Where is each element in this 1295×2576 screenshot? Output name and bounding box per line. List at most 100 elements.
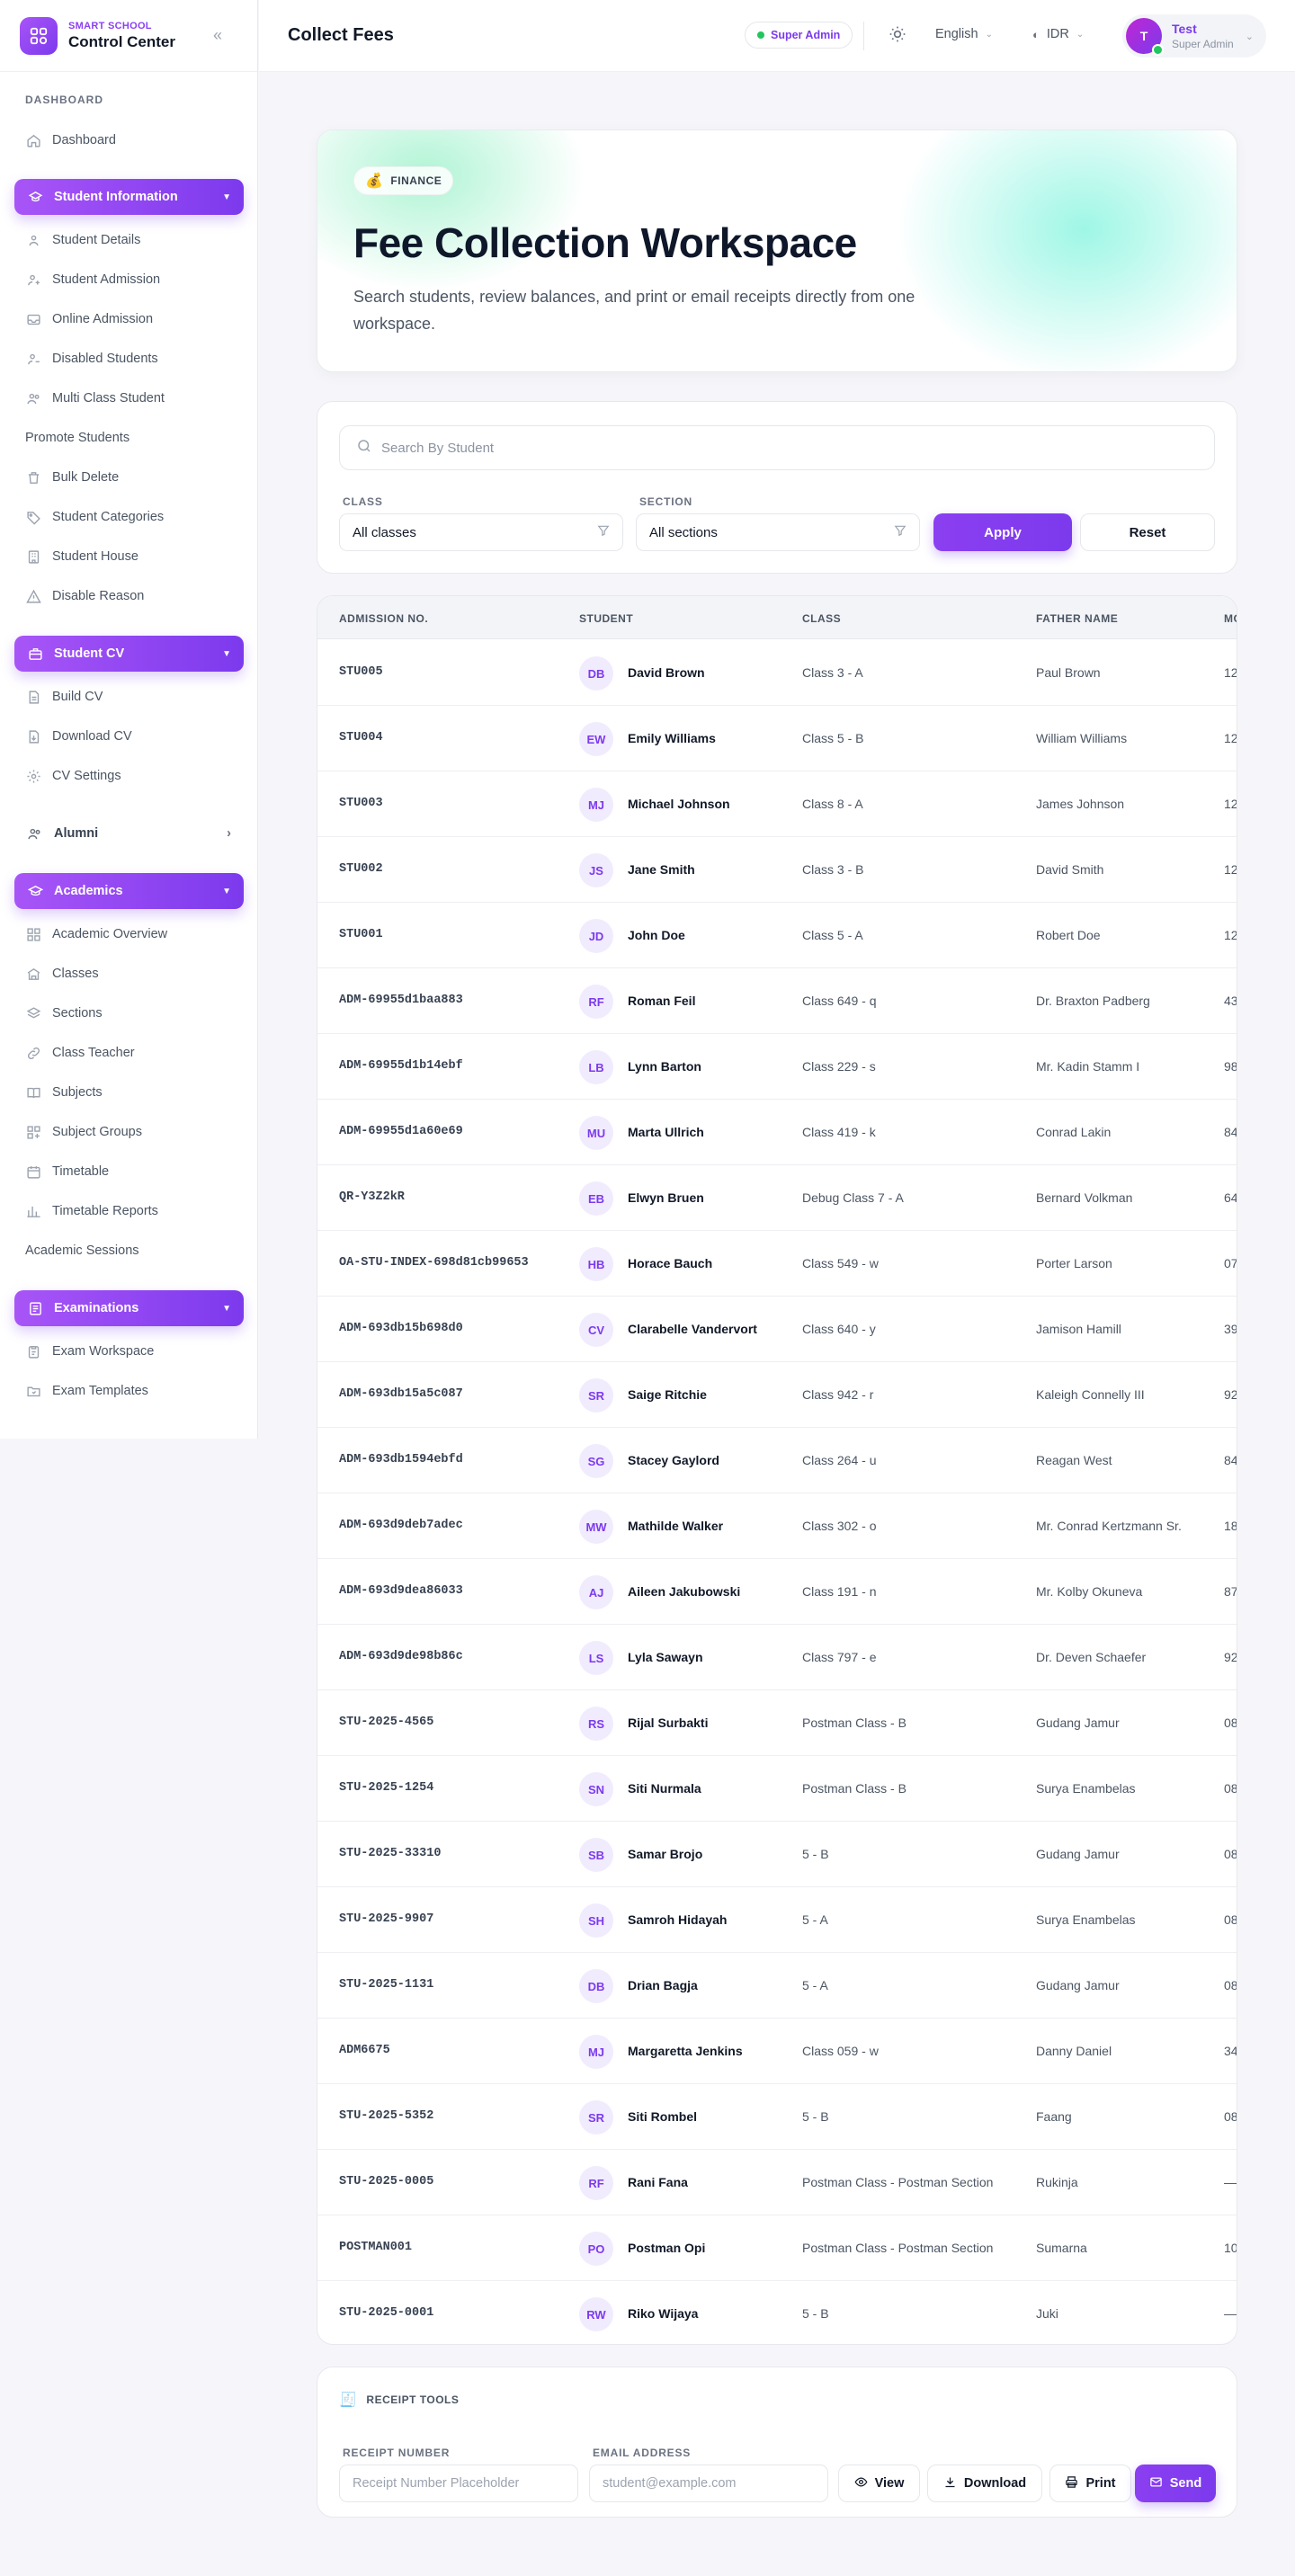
finance-chip: 💰 FINANCE [353, 166, 454, 195]
language-select[interactable]: English ⌄ [935, 27, 993, 41]
table-row[interactable]: QR-Y3Z2kR EB Elwyn Bruen Debug Class 7 - A B… [317, 1165, 1237, 1231]
student-avatar: SN [579, 1772, 613, 1806]
student-class: Class 649 - q [802, 994, 877, 1008]
sidebar-item-label: Bulk Delete [52, 470, 120, 485]
collapse-sidebar-icon[interactable]: « [213, 27, 231, 45]
receipt-number-input[interactable] [339, 2465, 578, 2502]
top-header: Collect Fees Super Admin English ⌄ ◐ IDR ⌄ … [259, 0, 1295, 72]
sidebar-item-promote-students[interactable]: Promote Students [25, 427, 130, 449]
sidebar-item-bulk-delete[interactable]: Bulk Delete [25, 467, 119, 488]
sidebar-group-student-cv[interactable]: Student CV ▼ [14, 636, 244, 672]
column-header[interactable]: MO [1224, 612, 1237, 625]
student-name: Siti Rombel [628, 2109, 698, 2124]
table-row[interactable]: OA-STU-INDEX-698d81cb99653 HB Horace Bauch… [317, 1231, 1237, 1297]
chevron-down-icon: ▼ [222, 192, 231, 202]
sidebar-group-student-information[interactable]: Student Information ▼ [14, 179, 244, 215]
father-name: David Smith [1036, 862, 1104, 877]
print-button[interactable]: Print [1049, 2465, 1131, 2502]
hero-card: 💰 FINANCE Fee Collection Workspace Search… [317, 129, 1237, 372]
table-row[interactable]: STU004 EW Emily Williams Class 5 - B William… [317, 706, 1237, 771]
table-row[interactable]: STU-2025-5352 SR Siti Rombel 5 - B Faang 08 [317, 2084, 1237, 2150]
student-search[interactable] [339, 425, 1215, 470]
sidebar-item-exam-templates[interactable]: Exam Templates [25, 1380, 148, 1402]
table-row[interactable]: STU002 JS Jane Smith Class 3 - B David Smith… [317, 837, 1237, 903]
sidebar-item-class-teacher[interactable]: Class Teacher [25, 1042, 135, 1064]
student-class: Class 797 - e [802, 1650, 877, 1664]
table-row[interactable]: STU-2025-33310 SB Samar Brojo 5 - B Gudang J… [317, 1822, 1237, 1887]
table-row[interactable]: ADM-693d9deb7adec MW Mathilde Walker Class … [317, 1493, 1237, 1559]
sidebar-item-dashboard[interactable]: Dashboard [25, 129, 116, 151]
sidebar-item-label: Download CV [52, 729, 132, 744]
sidebar-item-disabled-students[interactable]: Disabled Students [25, 348, 158, 370]
sidebar-item-disable-reason[interactable]: Disable Reason [25, 585, 144, 607]
sidebar-item-subjects[interactable]: Subjects [25, 1082, 103, 1103]
column-header[interactable]: FATHER NAME [1036, 612, 1118, 625]
sidebar-group-academics[interactable]: Academics ▼ [14, 873, 244, 909]
column-header[interactable]: STUDENT [579, 612, 633, 625]
sidebar-item-multi-class-student[interactable]: Multi Class Student [25, 388, 165, 409]
sidebar-group-label: Student CV [54, 646, 125, 661]
column-header[interactable]: ADMISSION NO. [339, 612, 428, 625]
admission-number: STU-2025-9907 [339, 1912, 434, 1926]
sidebar-item-classes[interactable]: Classes [25, 963, 99, 985]
currency-select[interactable]: ◐ IDR ⌄ [1032, 27, 1084, 41]
sidebar-item-sections[interactable]: Sections [25, 1003, 103, 1024]
apply-button[interactable]: Apply [933, 513, 1072, 551]
user-menu[interactable]: T Test Super Admin ⌄ [1122, 14, 1266, 58]
sidebar-item-academic-sessions[interactable]: Academic Sessions [25, 1240, 139, 1261]
reset-button[interactable]: Reset [1080, 513, 1215, 551]
view-button[interactable]: View [838, 2465, 920, 2502]
table-row[interactable]: ADM-693d9de98b86c LS Lyla Sawayn Class 797 … [317, 1625, 1237, 1690]
table-row[interactable]: STU-2025-9907 SH Samroh Hidayah 5 - A Surya … [317, 1887, 1237, 1953]
send-button[interactable]: Send [1135, 2465, 1216, 2502]
theme-toggle-sun-icon[interactable] [889, 25, 908, 45]
email-field[interactable] [589, 2465, 828, 2502]
download-button[interactable]: Download [927, 2465, 1042, 2502]
sidebar-item-student-categories[interactable]: Student Categories [25, 506, 164, 528]
table-row[interactable]: STU-2025-1131 DB Drian Bagja 5 - A Gudang Ja… [317, 1953, 1237, 2019]
language-value: English [935, 27, 978, 41]
table-row[interactable]: ADM6675 MJ Margaretta Jenkins Class 059 - w… [317, 2019, 1237, 2084]
table-row[interactable]: STU-2025-0005 RF Rani Fana Postman Class - … [317, 2150, 1237, 2215]
filter-icon [894, 524, 906, 540]
class-label: CLASS [343, 495, 383, 508]
student-name: Saige Ritchie [628, 1387, 707, 1402]
search-input[interactable] [381, 440, 1191, 456]
table-row[interactable]: ADM-69955d1a60e69 MU Marta Ullrich Class 41… [317, 1100, 1237, 1165]
sidebar-item-cv-settings[interactable]: CV Settings [25, 765, 121, 787]
student-class: Class 8 - A [802, 797, 863, 811]
link-icon [25, 1045, 41, 1061]
table-row[interactable]: ADM-69955d1b14ebf LB Lynn Barton Class 229 … [317, 1034, 1237, 1100]
student-avatar: SR [579, 1378, 613, 1413]
sidebar-item-academic-overview[interactable]: Academic Overview [25, 923, 167, 945]
mobile-number: 12 [1224, 731, 1237, 745]
table-row[interactable]: ADM-693db15b698d0 CV Clarabelle Vandervort… [317, 1297, 1237, 1362]
sidebar-group-alumni[interactable]: Alumni › [14, 816, 244, 851]
sidebar-item-build-cv[interactable]: Build CV [25, 686, 103, 708]
sidebar-item-exam-workspace[interactable]: Exam Workspace [25, 1341, 154, 1362]
table-row[interactable]: STU001 JD John Doe Class 5 - A Robert Doe 12 [317, 903, 1237, 968]
sidebar-item-download-cv[interactable]: Download CV [25, 726, 132, 747]
sidebar-item-student-details[interactable]: Student Details [25, 229, 140, 251]
table-row[interactable]: ADM-693db1594ebfd SG Stacey Gaylord Class 2… [317, 1428, 1237, 1493]
table-row[interactable]: STU-2025-4565 RS Rijal Surbakti Postman Cla… [317, 1690, 1237, 1756]
column-header[interactable]: CLASS [802, 612, 841, 625]
sidebar-item-subject-groups[interactable]: Subject Groups [25, 1121, 142, 1143]
section-select[interactable]: All sections [636, 513, 920, 551]
table-row[interactable]: STU-2025-1254 SN Siti Nurmala Postman Class… [317, 1756, 1237, 1822]
table-row[interactable]: STU-2025-0001 RW Riko Wijaya 5 - B Juki — [317, 2281, 1237, 2344]
sidebar-item-student-house[interactable]: Student House [25, 546, 138, 567]
sidebar-group-label: Academics [54, 884, 123, 898]
sidebar-group-examinations[interactable]: Examinations ▼ [14, 1290, 244, 1326]
class-select[interactable]: All classes [339, 513, 623, 551]
table-row[interactable]: ADM-693d9dea86033 AJ Aileen Jakubowski Clas… [317, 1559, 1237, 1625]
sidebar-item-timetable-reports[interactable]: Timetable Reports [25, 1200, 158, 1222]
table-row[interactable]: POSTMAN001 PO Postman Opi Postman Class - P… [317, 2215, 1237, 2281]
table-row[interactable]: STU005 DB David Brown Class 3 - A Paul Brown… [317, 640, 1237, 706]
sidebar-item-student-admission[interactable]: Student Admission [25, 269, 160, 290]
table-row[interactable]: ADM-69955d1baa883 RF Roman Feil Class 649 -… [317, 968, 1237, 1034]
sidebar-item-timetable[interactable]: Timetable [25, 1161, 109, 1182]
table-row[interactable]: ADM-693db15a5c087 SR Saige Ritchie Class 94… [317, 1362, 1237, 1428]
sidebar-item-online-admission[interactable]: Online Admission [25, 308, 153, 330]
table-row[interactable]: STU003 MJ Michael Johnson Class 8 - A James … [317, 771, 1237, 837]
